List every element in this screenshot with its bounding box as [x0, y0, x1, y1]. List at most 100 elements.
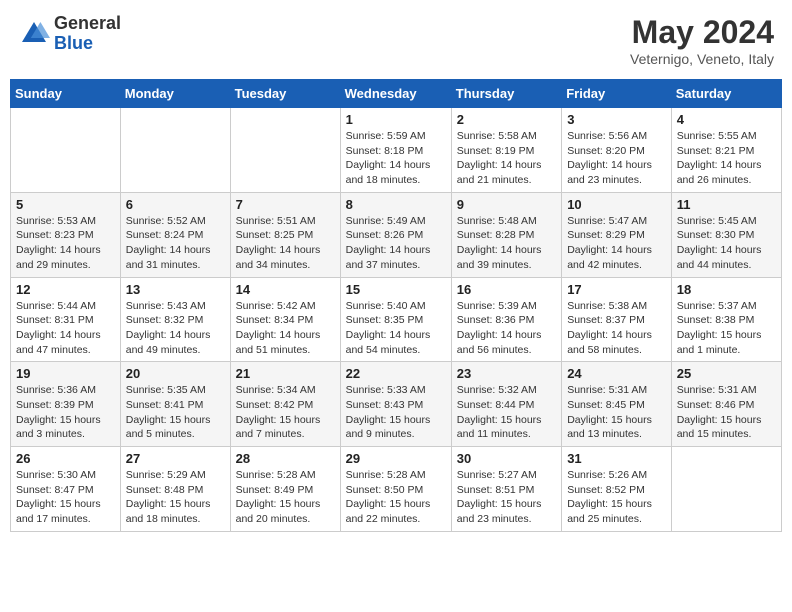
day-number: 17	[567, 282, 666, 297]
day-info: Sunrise: 5:33 AM Sunset: 8:43 PM Dayligh…	[346, 383, 446, 442]
day-cell: 4 Sunrise: 5:55 AM Sunset: 8:21 PM Daylig…	[671, 108, 781, 193]
day-info: Sunrise: 5:58 AM Sunset: 8:19 PM Dayligh…	[457, 129, 556, 188]
day-number: 28	[236, 451, 335, 466]
day-cell	[230, 108, 340, 193]
day-cell: 3 Sunrise: 5:56 AM Sunset: 8:20 PM Daylig…	[562, 108, 672, 193]
day-cell: 24 Sunrise: 5:31 AM Sunset: 8:45 PM Dayli…	[562, 362, 672, 447]
calendar-table: SundayMondayTuesdayWednesdayThursdayFrid…	[10, 79, 782, 532]
day-info: Sunrise: 5:59 AM Sunset: 8:18 PM Dayligh…	[346, 129, 446, 188]
day-cell: 18Sunrise: 5:37 AM Sunset: 8:38 PM Dayli…	[671, 277, 781, 362]
day-info: Sunrise: 5:29 AM Sunset: 8:48 PM Dayligh…	[126, 468, 225, 527]
day-info: Sunrise: 5:42 AM Sunset: 8:34 PM Dayligh…	[236, 299, 335, 358]
page-header: General Blue May 2024 Veternigo, Veneto,…	[10, 10, 782, 71]
day-number: 27	[126, 451, 225, 466]
day-info: Sunrise: 5:26 AM Sunset: 8:52 PM Dayligh…	[567, 468, 666, 527]
day-cell: 23 Sunrise: 5:32 AM Sunset: 8:44 PM Dayli…	[451, 362, 561, 447]
day-cell	[11, 108, 121, 193]
day-number: 11	[677, 197, 776, 212]
day-info: Sunrise: 5:45 AM Sunset: 8:30 PM Dayligh…	[677, 214, 776, 273]
day-info: Sunrise: 5:37 AM Sunset: 8:38 PM Dayligh…	[677, 299, 776, 358]
day-info: Sunrise: 5:28 AM Sunset: 8:50 PM Dayligh…	[346, 468, 446, 527]
day-number: 1	[346, 112, 446, 127]
day-info: Sunrise: 5:38 AM Sunset: 8:37 PM Dayligh…	[567, 299, 666, 358]
week-row-1: 1 Sunrise: 5:59 AM Sunset: 8:18 PM Daylig…	[11, 108, 782, 193]
weekday-header-saturday: Saturday	[671, 80, 781, 108]
day-cell: 8Sunrise: 5:49 AM Sunset: 8:26 PM Daylig…	[340, 192, 451, 277]
logo-icon	[18, 18, 50, 50]
day-info: Sunrise: 5:55 AM Sunset: 8:21 PM Dayligh…	[677, 129, 776, 188]
day-cell: 19 Sunrise: 5:36 AM Sunset: 8:39 PM Dayli…	[11, 362, 121, 447]
day-number: 16	[457, 282, 556, 297]
day-info: Sunrise: 5:27 AM Sunset: 8:51 PM Dayligh…	[457, 468, 556, 527]
day-cell: 26Sunrise: 5:30 AM Sunset: 8:47 PM Dayli…	[11, 447, 121, 532]
day-cell: 29 Sunrise: 5:28 AM Sunset: 8:50 PM Dayli…	[340, 447, 451, 532]
weekday-header-sunday: Sunday	[11, 80, 121, 108]
weekday-header-friday: Friday	[562, 80, 672, 108]
day-cell: 11 Sunrise: 5:45 AM Sunset: 8:30 PM Dayli…	[671, 192, 781, 277]
day-number: 3	[567, 112, 666, 127]
day-number: 13	[126, 282, 225, 297]
day-number: 24	[567, 366, 666, 381]
day-info: Sunrise: 5:34 AM Sunset: 8:42 PM Dayligh…	[236, 383, 335, 442]
day-number: 10	[567, 197, 666, 212]
day-number: 19	[16, 366, 115, 381]
weekday-header-row: SundayMondayTuesdayWednesdayThursdayFrid…	[11, 80, 782, 108]
weekday-header-tuesday: Tuesday	[230, 80, 340, 108]
day-number: 14	[236, 282, 335, 297]
day-info: Sunrise: 5:43 AM Sunset: 8:32 PM Dayligh…	[126, 299, 225, 358]
day-cell: 27 Sunrise: 5:29 AM Sunset: 8:48 PM Dayli…	[120, 447, 230, 532]
month-title: May 2024	[630, 14, 774, 51]
day-info: Sunrise: 5:48 AM Sunset: 8:28 PM Dayligh…	[457, 214, 556, 273]
day-cell	[120, 108, 230, 193]
weekday-header-wednesday: Wednesday	[340, 80, 451, 108]
day-number: 5	[16, 197, 115, 212]
day-number: 15	[346, 282, 446, 297]
day-info: Sunrise: 5:47 AM Sunset: 8:29 PM Dayligh…	[567, 214, 666, 273]
week-row-2: 5 Sunrise: 5:53 AM Sunset: 8:23 PM Daylig…	[11, 192, 782, 277]
day-cell: 12Sunrise: 5:44 AM Sunset: 8:31 PM Dayli…	[11, 277, 121, 362]
day-number: 29	[346, 451, 446, 466]
day-info: Sunrise: 5:52 AM Sunset: 8:24 PM Dayligh…	[126, 214, 225, 273]
weekday-header-thursday: Thursday	[451, 80, 561, 108]
day-number: 26	[16, 451, 115, 466]
logo: General Blue	[18, 14, 121, 54]
day-info: Sunrise: 5:49 AM Sunset: 8:26 PM Dayligh…	[346, 214, 446, 273]
day-info: Sunrise: 5:51 AM Sunset: 8:25 PM Dayligh…	[236, 214, 335, 273]
day-cell: 28 Sunrise: 5:28 AM Sunset: 8:49 PM Dayli…	[230, 447, 340, 532]
day-info: Sunrise: 5:36 AM Sunset: 8:39 PM Dayligh…	[16, 383, 115, 442]
day-number: 23	[457, 366, 556, 381]
day-cell: 31 Sunrise: 5:26 AM Sunset: 8:52 PM Dayli…	[562, 447, 672, 532]
week-row-3: 12Sunrise: 5:44 AM Sunset: 8:31 PM Dayli…	[11, 277, 782, 362]
day-number: 4	[677, 112, 776, 127]
title-section: May 2024 Veternigo, Veneto, Italy	[630, 14, 774, 67]
day-number: 20	[126, 366, 225, 381]
day-cell: 17 Sunrise: 5:38 AM Sunset: 8:37 PM Dayli…	[562, 277, 672, 362]
day-number: 31	[567, 451, 666, 466]
day-cell: 9Sunrise: 5:48 AM Sunset: 8:28 PM Daylig…	[451, 192, 561, 277]
weekday-header-monday: Monday	[120, 80, 230, 108]
day-info: Sunrise: 5:32 AM Sunset: 8:44 PM Dayligh…	[457, 383, 556, 442]
day-info: Sunrise: 5:35 AM Sunset: 8:41 PM Dayligh…	[126, 383, 225, 442]
day-info: Sunrise: 5:53 AM Sunset: 8:23 PM Dayligh…	[16, 214, 115, 273]
day-info: Sunrise: 5:28 AM Sunset: 8:49 PM Dayligh…	[236, 468, 335, 527]
day-number: 22	[346, 366, 446, 381]
day-cell: 2 Sunrise: 5:58 AM Sunset: 8:19 PM Daylig…	[451, 108, 561, 193]
logo-blue: Blue	[54, 33, 93, 53]
day-cell: 30 Sunrise: 5:27 AM Sunset: 8:51 PM Dayli…	[451, 447, 561, 532]
day-info: Sunrise: 5:31 AM Sunset: 8:45 PM Dayligh…	[567, 383, 666, 442]
day-cell: 14 Sunrise: 5:42 AM Sunset: 8:34 PM Dayli…	[230, 277, 340, 362]
day-number: 7	[236, 197, 335, 212]
day-number: 30	[457, 451, 556, 466]
day-cell: 7 Sunrise: 5:51 AM Sunset: 8:25 PM Daylig…	[230, 192, 340, 277]
location: Veternigo, Veneto, Italy	[630, 51, 774, 67]
day-number: 12	[16, 282, 115, 297]
day-number: 6	[126, 197, 225, 212]
day-number: 25	[677, 366, 776, 381]
day-info: Sunrise: 5:56 AM Sunset: 8:20 PM Dayligh…	[567, 129, 666, 188]
day-cell: 5 Sunrise: 5:53 AM Sunset: 8:23 PM Daylig…	[11, 192, 121, 277]
day-cell	[671, 447, 781, 532]
day-number: 2	[457, 112, 556, 127]
logo-general: General	[54, 13, 121, 33]
day-number: 21	[236, 366, 335, 381]
day-cell: 13 Sunrise: 5:43 AM Sunset: 8:32 PM Dayli…	[120, 277, 230, 362]
